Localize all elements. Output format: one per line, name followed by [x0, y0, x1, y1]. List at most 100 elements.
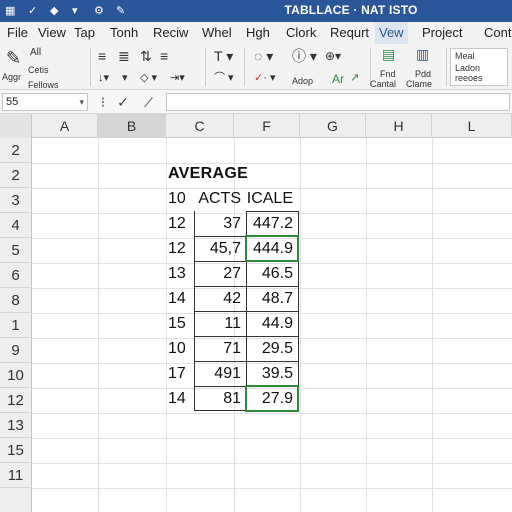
tab-vew[interactable]: Vew [375, 22, 408, 44]
column-header-b[interactable]: B [98, 114, 166, 138]
row-header[interactable]: 9 [0, 338, 32, 363]
sort-icon[interactable]: ⇅ [140, 48, 152, 64]
column-header-g[interactable]: G [300, 114, 366, 138]
table-cell[interactable]: 48.7 [246, 286, 298, 311]
fill-down-icon[interactable]: ↓▾ [98, 70, 109, 86]
row-header[interactable]: 2 [0, 138, 32, 163]
arrow-icon[interactable]: ↗ [350, 70, 359, 86]
tab-tap[interactable]: Tap [72, 22, 97, 44]
header-cell[interactable]: 10 [168, 186, 194, 211]
styles-a-label[interactable]: Adop [292, 76, 313, 87]
tab-hgh[interactable]: Hgh [244, 22, 272, 44]
table-cell[interactable]: 10 [168, 336, 194, 361]
paste-icon[interactable]: ✎ [6, 49, 21, 67]
tab-requrt[interactable]: Requrt [328, 22, 371, 44]
fill-dropdown-icon[interactable]: ▾ [122, 70, 128, 86]
align-right-icon[interactable]: ≡ [160, 48, 168, 64]
insert-icon[interactable]: ⊕▾ [325, 48, 341, 64]
table-cell[interactable]: 71 [194, 336, 246, 361]
column-header-f[interactable]: F [234, 114, 300, 138]
select-all-corner[interactable] [0, 114, 32, 138]
row-header[interactable]: 13 [0, 413, 32, 438]
gallery-item-meal[interactable]: Meal [455, 51, 475, 62]
table-cell[interactable]: 46.5 [246, 261, 298, 286]
row-header[interactable] [0, 488, 32, 512]
header-cell[interactable]: ACTS [194, 186, 246, 211]
fill-clame-label[interactable]: Clame [406, 79, 432, 90]
align-center-icon[interactable]: ≣ [118, 48, 130, 64]
row-header[interactable]: 10 [0, 363, 32, 388]
column-header-l[interactable]: L [432, 114, 512, 138]
table-cell[interactable]: 14 [168, 386, 194, 411]
table-cell[interactable]: 15 [168, 311, 194, 336]
table-cell[interactable]: 42 [194, 286, 246, 311]
row-header[interactable]: 6 [0, 263, 32, 288]
comment-icon[interactable]: ⓘ ▾ [292, 48, 317, 64]
font-color-icon[interactable]: ✓· ▾ [254, 70, 275, 86]
table-heading[interactable]: AVERAGE [168, 161, 248, 186]
wrap-icon[interactable]: ◇ ▾ [140, 70, 157, 86]
clipboard-aggr-label[interactable]: Aggr [2, 72, 21, 83]
row-header[interactable]: 11 [0, 463, 32, 488]
chevron-down-icon[interactable]: ▾ [79, 94, 84, 110]
row-header[interactable]: 5 [0, 238, 32, 263]
tab-reciw[interactable]: Reciw [151, 22, 190, 44]
row-header[interactable]: 3 [0, 188, 32, 213]
gallery-item-reeoes[interactable]: reeoes [455, 73, 483, 84]
table-cell[interactable]: 12 [168, 236, 194, 261]
column-header-h[interactable]: H [366, 114, 432, 138]
shape-icon[interactable]: ◌ ▾ [254, 48, 273, 64]
row-header[interactable]: 2 [0, 163, 32, 188]
function-icon[interactable]: ⁄ [140, 93, 158, 111]
table-cell[interactable]: 45,7 [194, 236, 246, 261]
align-left-icon[interactable]: ≡ [98, 48, 106, 64]
table-border [194, 286, 298, 287]
table-cell[interactable]: 37 [194, 211, 246, 236]
table-cell[interactable]: 491 [194, 361, 246, 386]
tab-view[interactable]: View [36, 22, 68, 44]
indent-icon[interactable]: ⇥▾ [170, 70, 185, 86]
check-icon[interactable]: ✓ [114, 93, 132, 111]
find-icon[interactable]: ▤ [382, 46, 395, 62]
table-cell[interactable]: 447.2 [246, 211, 298, 236]
styles-b-label[interactable]: Ar [332, 73, 344, 85]
table-cell[interactable]: 44.9 [246, 311, 298, 336]
column-header-c[interactable]: C [166, 114, 234, 138]
table-cell[interactable]: 12 [168, 211, 194, 236]
formula-input[interactable] [166, 93, 510, 111]
row-header[interactable]: 12 [0, 388, 32, 413]
clipboard-all-label[interactable]: All [30, 47, 41, 58]
clipboard-cetis-label[interactable]: Cetis [28, 65, 49, 76]
column-header-a[interactable]: A [32, 114, 98, 138]
tab-clork[interactable]: Clork [284, 22, 318, 44]
find-cantal-label[interactable]: Cantal [370, 79, 396, 90]
table-cell[interactable]: 11 [194, 311, 246, 336]
table-cell[interactable]: 13 [168, 261, 194, 286]
tab-file[interactable]: File [5, 22, 30, 44]
table-cell[interactable]: 81 [194, 386, 246, 411]
row-header[interactable]: 15 [0, 438, 32, 463]
selected-cell[interactable]: 444.9 [246, 236, 298, 261]
selection-border [245, 235, 299, 237]
border-icon[interactable]: ⌒ ▾ [214, 70, 234, 86]
cancel-icon[interactable]: ⁝ [94, 93, 112, 111]
header-cell[interactable]: ICALE [246, 186, 298, 211]
tab-contu[interactable]: Contu [482, 22, 512, 44]
name-box[interactable]: 55 ▾ [2, 93, 88, 111]
tab-project[interactable]: Project [420, 22, 464, 44]
table-cell[interactable]: 17 [168, 361, 194, 386]
table-cell[interactable]: 39.5 [246, 361, 298, 386]
row-header[interactable]: 4 [0, 213, 32, 238]
table-cell[interactable]: 29.5 [246, 336, 298, 361]
table-cell[interactable]: 27.9 [246, 386, 298, 411]
fill-icon[interactable]: ▥ [416, 46, 429, 62]
style-gallery[interactable]: Meal Ladon reeoes [450, 48, 508, 86]
table-cell[interactable]: 14 [168, 286, 194, 311]
tab-tonh[interactable]: Tonh [108, 22, 140, 44]
formula-bar: 55 ▾ ⁝ ✓ ⁄ [0, 90, 512, 114]
text-format-icon[interactable]: T ▾ [214, 48, 233, 64]
tab-whel[interactable]: Whel [200, 22, 234, 44]
row-header[interactable]: 1 [0, 313, 32, 338]
table-cell[interactable]: 27 [194, 261, 246, 286]
row-header[interactable]: 8 [0, 288, 32, 313]
